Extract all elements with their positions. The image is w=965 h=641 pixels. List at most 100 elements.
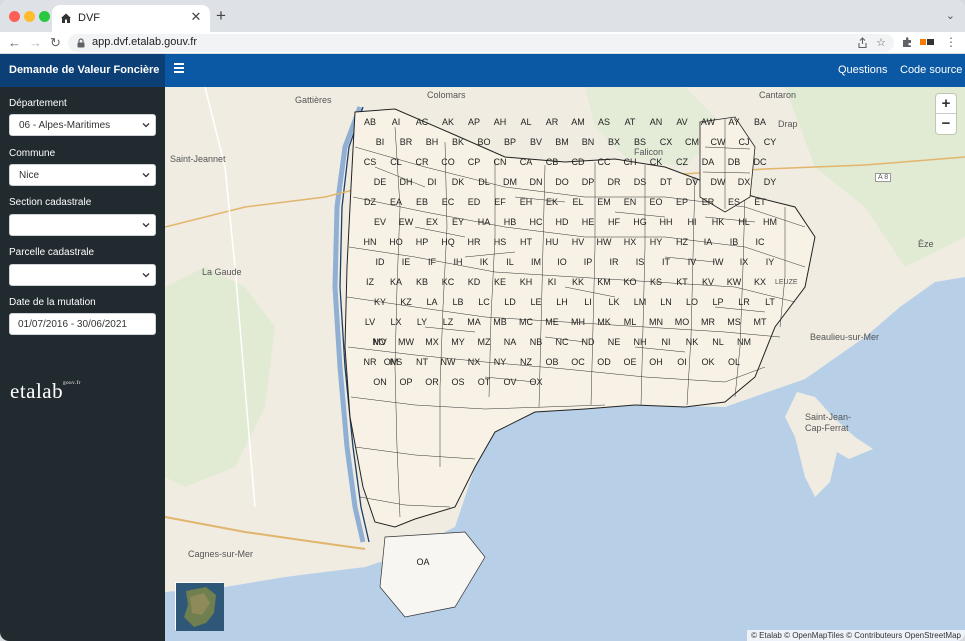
section-label-lk[interactable]: LK xyxy=(608,297,619,307)
section-label-cn[interactable]: CN xyxy=(494,157,507,167)
section-label-nh[interactable]: NH xyxy=(634,337,647,347)
maximize-window-button[interactable] xyxy=(39,11,50,22)
section-label-oh[interactable]: OH xyxy=(649,357,663,367)
section-label-na[interactable]: NA xyxy=(504,337,517,347)
section-label-am[interactable]: AM xyxy=(571,117,585,127)
section-label-ma[interactable]: MA xyxy=(467,317,481,327)
section-label-mb[interactable]: MB xyxy=(493,317,507,327)
section-label-ih[interactable]: IH xyxy=(454,257,463,267)
section-label-iw[interactable]: IW xyxy=(713,257,724,267)
section-label-ko[interactable]: KO xyxy=(623,277,636,287)
section-label-mc[interactable]: MC xyxy=(519,317,533,327)
browser-tab[interactable]: DVF ✕ xyxy=(52,5,210,32)
section-label-cw[interactable]: CW xyxy=(711,137,726,147)
section-label-da[interactable]: DA xyxy=(702,157,715,167)
section-label-ix[interactable]: IX xyxy=(740,257,749,267)
section-label-ba[interactable]: BA xyxy=(754,117,766,127)
section-label-bv[interactable]: BV xyxy=(530,137,542,147)
section-label-er[interactable]: ER xyxy=(702,197,715,207)
section-label-en[interactable]: EN xyxy=(624,197,637,207)
section-label-ms[interactable]: MS xyxy=(727,317,741,327)
section-label-el[interactable]: EL xyxy=(572,197,583,207)
section-label-ia[interactable]: IA xyxy=(704,237,713,247)
section-label-ld[interactable]: LD xyxy=(504,297,516,307)
section-label-hm[interactable]: HM xyxy=(763,217,777,227)
section-label-hr[interactable]: HR xyxy=(468,237,481,247)
satellite-layer-toggle[interactable] xyxy=(175,582,224,631)
section-label-hc[interactable]: HC xyxy=(530,217,543,227)
section-label-mz[interactable]: MZ xyxy=(478,337,491,347)
section-label-ok[interactable]: OK xyxy=(701,357,714,367)
section-label-ep[interactable]: EP xyxy=(676,197,688,207)
section-label-ht[interactable]: HT xyxy=(520,237,532,247)
section-label-ie[interactable]: IE xyxy=(402,257,411,267)
section-label-dr[interactable]: DR xyxy=(608,177,621,187)
section-label-dk[interactable]: DK xyxy=(452,177,465,187)
section-label-nb[interactable]: NB xyxy=(530,337,543,347)
section-label-ic[interactable]: IC xyxy=(756,237,765,247)
section-label-kv[interactable]: KV xyxy=(702,277,714,287)
section-label-is[interactable]: IS xyxy=(636,257,645,267)
section-label-bi[interactable]: BI xyxy=(376,137,385,147)
section-label-dy[interactable]: DY xyxy=(764,177,777,187)
section-label-kt[interactable]: KT xyxy=(676,277,688,287)
section-label-bo[interactable]: BO xyxy=(477,137,490,147)
section-label-ik[interactable]: IK xyxy=(480,257,489,267)
section-label-ka[interactable]: KA xyxy=(390,277,402,287)
section-label-hv[interactable]: HV xyxy=(572,237,585,247)
section-label-ab[interactable]: AB xyxy=(364,117,376,127)
section-label-eo[interactable]: EO xyxy=(649,197,662,207)
share-icon[interactable] xyxy=(857,37,868,49)
section-label-dh[interactable]: DH xyxy=(400,177,413,187)
section-label-id[interactable]: ID xyxy=(376,257,385,267)
section-label-cc[interactable]: CC xyxy=(598,157,611,167)
section-label-ef[interactable]: EF xyxy=(494,197,506,207)
section-label-co[interactable]: CO xyxy=(441,157,455,167)
section-label-op[interactable]: OP xyxy=(399,377,412,387)
section-label-oi[interactable]: OI xyxy=(677,357,687,367)
section-label-di[interactable]: DI xyxy=(428,177,437,187)
section-label-li[interactable]: LI xyxy=(584,297,592,307)
section-label-iz[interactable]: IZ xyxy=(366,277,374,287)
section-label-es[interactable]: ES xyxy=(728,197,740,207)
section-label-dl[interactable]: DL xyxy=(478,177,490,187)
section-label-oc[interactable]: OC xyxy=(571,357,585,367)
section-label-ed[interactable]: ED xyxy=(468,197,481,207)
section-label-at[interactable]: AT xyxy=(625,117,636,127)
section-label-ex[interactable]: EX xyxy=(426,217,438,227)
section-label-ml[interactable]: ML xyxy=(624,317,637,327)
departement-select[interactable]: 06 - Alpes-Maritimes xyxy=(9,114,156,136)
section-label-eh[interactable]: EH xyxy=(520,197,533,207)
section-label-hs[interactable]: HS xyxy=(494,237,507,247)
section-label-an[interactable]: AN xyxy=(650,117,663,127)
section-label-ol[interactable]: OL xyxy=(728,357,740,367)
parcelle-select[interactable] xyxy=(9,264,156,286)
section-label-mk[interactable]: MK xyxy=(597,317,611,327)
etalab-logo[interactable]: etalabgouv.fr xyxy=(10,379,81,404)
reload-icon[interactable]: ↻ xyxy=(50,35,61,50)
forward-arrow-icon[interactable]: → xyxy=(29,35,42,50)
section-label-hk[interactable]: HK xyxy=(712,217,725,227)
zoom-in-button[interactable]: + xyxy=(936,94,956,114)
section-label-nm[interactable]: NM xyxy=(737,337,751,347)
section-label-dn[interactable]: DN xyxy=(530,177,543,187)
section-label-ds[interactable]: DS xyxy=(634,177,647,187)
section-label-cr[interactable]: CR xyxy=(416,157,429,167)
section-label-dz[interactable]: DZ xyxy=(364,197,376,207)
section-label-cm[interactable]: CM xyxy=(685,137,699,147)
section-label-bk[interactable]: BK xyxy=(452,137,464,147)
section-label-os[interactable]: OS xyxy=(451,377,464,387)
section-label-lz[interactable]: LZ xyxy=(443,317,454,327)
section-label-de[interactable]: DE xyxy=(374,177,387,187)
section-label-hq[interactable]: HQ xyxy=(441,237,455,247)
section-label-ai[interactable]: AI xyxy=(392,117,401,127)
section-label-no[interactable]: NO xyxy=(372,337,386,347)
section-label-bm[interactable]: BM xyxy=(555,137,569,147)
section-label-dv[interactable]: DV xyxy=(686,177,699,187)
section-label-ey[interactable]: EY xyxy=(452,217,464,227)
section-label-db[interactable]: DB xyxy=(728,157,741,167)
section-label-hz[interactable]: HZ xyxy=(676,237,688,247)
section-label-hp[interactable]: HP xyxy=(416,237,429,247)
section-label-io[interactable]: IO xyxy=(557,257,567,267)
section-label-lx[interactable]: LX xyxy=(390,317,401,327)
